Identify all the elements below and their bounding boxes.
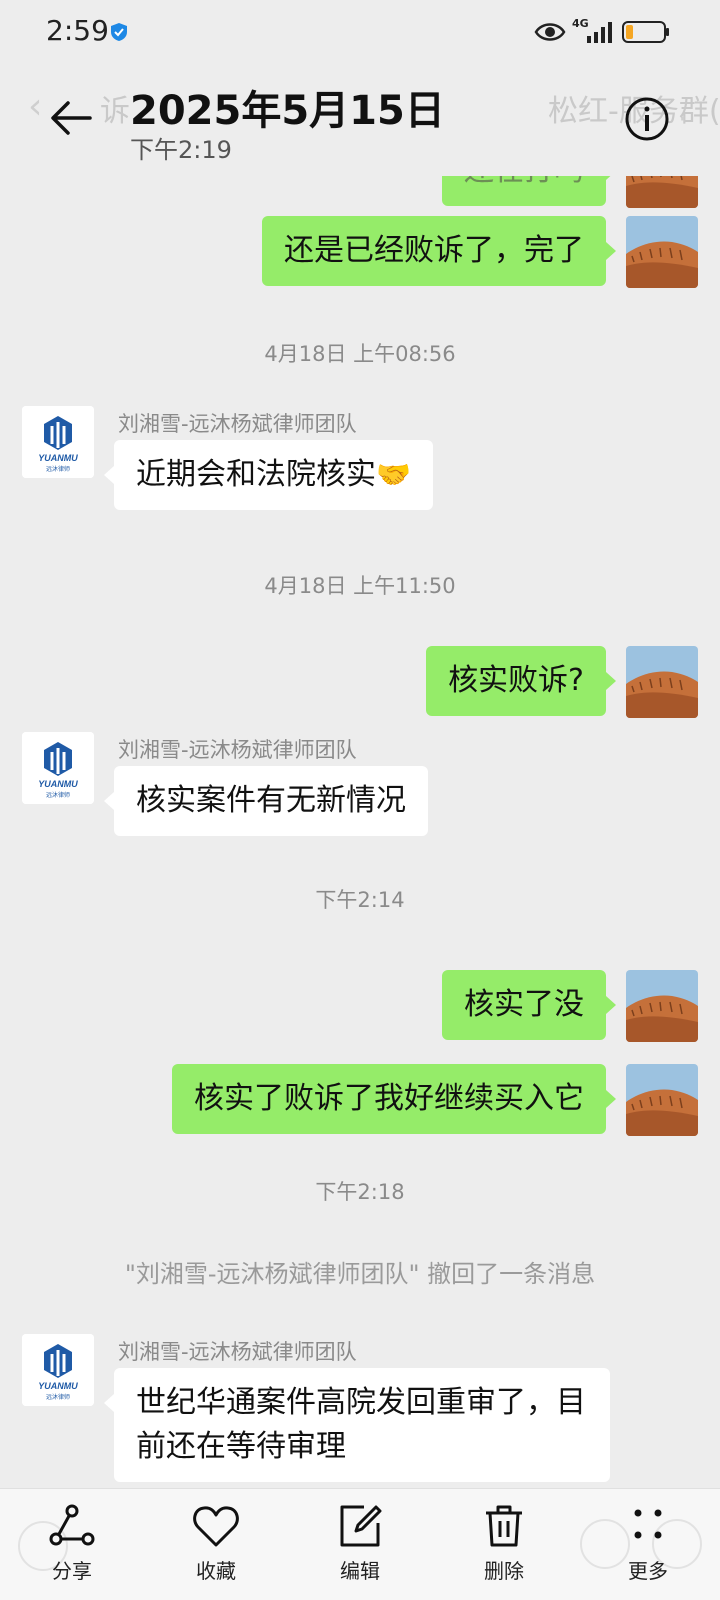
battery-icon	[622, 21, 669, 43]
info-icon[interactable]	[624, 96, 670, 142]
svg-text:远沐律师: 远沐律师	[46, 791, 70, 799]
bottom-action-bar: 分享 收藏 编辑 删除 更多	[0, 1488, 720, 1600]
yuanmu-logo: YUANMU 远沐律师	[22, 406, 94, 478]
handshake-icon: 🤝	[376, 458, 411, 491]
other-message-bubble[interactable]: 核实案件有无新情况	[104, 766, 428, 836]
timestamp: 4月18日 上午08:56	[264, 342, 456, 366]
my-avatar[interactable]	[626, 216, 698, 288]
edit-icon	[340, 1505, 382, 1547]
more-button[interactable]: 更多	[598, 1503, 698, 1584]
landscape-avatar-image	[626, 176, 698, 208]
my-message-bubble[interactable]: 核实了败诉了我好继续买入它	[172, 1064, 616, 1134]
my-message-bubble[interactable]: 核实了没	[442, 970, 616, 1040]
lawyer-avatar[interactable]: YUANMU 远沐律师	[22, 732, 94, 804]
landscape-avatar-image	[626, 970, 698, 1042]
edit-button[interactable]: 编辑	[310, 1503, 410, 1584]
ghost-more-icon: ·	[678, 102, 688, 137]
heart-icon	[193, 1506, 239, 1547]
timestamp: 下午2:18	[315, 1180, 405, 1204]
svg-text:YUANMU: YUANMU	[38, 1381, 78, 1391]
trash-icon	[486, 1505, 522, 1547]
status-bar: 2:59 4G	[0, 0, 720, 64]
share-button[interactable]: 分享	[22, 1503, 122, 1584]
svg-text:远沐律师: 远沐律师	[46, 1393, 70, 1401]
status-time: 2:59	[46, 14, 109, 47]
my-message-bubble[interactable]: 核实败诉?	[426, 646, 616, 716]
more-icon	[634, 1509, 662, 1539]
timestamp: 下午2:14	[315, 888, 405, 912]
signal-icon	[587, 22, 612, 43]
yuanmu-logo: YUANMU 远沐律师	[22, 1334, 94, 1406]
svg-text:YUANMU: YUANMU	[38, 779, 78, 789]
landscape-avatar-image	[626, 216, 698, 288]
chat-header: ‹ 诉 松红-服务群(6) 2025年5月15日 下午2:19 ·	[0, 64, 720, 176]
my-avatar[interactable]	[626, 970, 698, 1042]
eye-icon	[534, 23, 566, 41]
header-time: 下午2:19	[130, 136, 232, 164]
lawyer-avatar[interactable]: YUANMU 远沐律师	[22, 1334, 94, 1406]
my-message-bubble[interactable]: 还在打吗	[442, 176, 616, 206]
ghost-back-icon: ‹	[28, 86, 43, 127]
my-avatar[interactable]	[626, 176, 698, 208]
other-message-bubble[interactable]: 近期会和法院核实🤝	[104, 440, 433, 510]
delete-button[interactable]: 删除	[454, 1503, 554, 1584]
other-message-bubble[interactable]: 世纪华通案件高院发回重审了，目前还在等待审理	[104, 1368, 610, 1482]
sender-name: 刘湘雪-远沐杨斌律师团队	[118, 412, 357, 436]
svg-text:YUANMU: YUANMU	[38, 453, 78, 463]
my-avatar[interactable]	[626, 646, 698, 718]
chat-area: 还在打吗 还是已经败诉了，完了 4月18日 上午08:56	[0, 176, 720, 1488]
my-avatar[interactable]	[626, 1064, 698, 1136]
back-arrow-icon[interactable]	[48, 94, 96, 142]
sender-name: 刘湘雪-远沐杨斌律师团队	[118, 1340, 357, 1364]
my-message-bubble[interactable]: 还是已经败诉了，完了	[262, 216, 616, 286]
lawyer-avatar[interactable]: YUANMU 远沐律师	[22, 406, 94, 478]
share-icon	[49, 1504, 95, 1546]
sender-name: 刘湘雪-远沐杨斌律师团队	[118, 738, 357, 762]
shield-icon	[111, 23, 127, 41]
header-date: 2025年5月15日	[130, 88, 445, 134]
yuanmu-logo: YUANMU 远沐律师	[22, 732, 94, 804]
landscape-avatar-image	[626, 1064, 698, 1136]
timestamp: 4月18日 上午11:50	[264, 574, 456, 598]
recall-notice: "刘湘雪-远沐杨斌律师团队" 撤回了一条消息	[124, 1260, 596, 1288]
landscape-avatar-image	[626, 646, 698, 718]
favorite-button[interactable]: 收藏	[166, 1503, 266, 1584]
svg-text:远沐律师: 远沐律师	[46, 465, 70, 473]
